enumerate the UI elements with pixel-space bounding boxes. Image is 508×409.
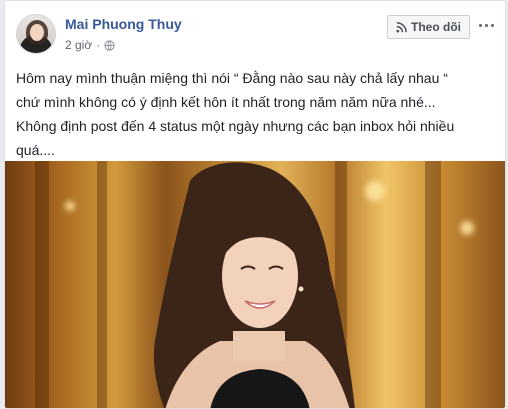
post-meta: 2 giờ · [65, 38, 115, 52]
avatar-face [30, 24, 44, 41]
post-card: Mai Phuong Thuy 2 giờ · Theo dõi Hôm nay… [4, 0, 506, 409]
post-text: Hôm nay mình thuận miệng thì nói “ Đằng … [16, 66, 496, 162]
post-text-line-1: Hôm nay mình thuận miệng thì nói “ Đằng … [16, 70, 448, 86]
rss-icon [396, 21, 407, 33]
photo-subject [154, 162, 355, 408]
avatar[interactable] [16, 14, 56, 54]
post-header: Mai Phuong Thuy 2 giờ · Theo dõi [5, 1, 505, 61]
post-text-line-3: Không định post đến 4 status một ngày nh… [16, 118, 455, 134]
post-text-line-4: quá.... [16, 142, 55, 158]
post-time[interactable]: 2 giờ [65, 38, 92, 52]
post-text-line-2: chứ mình không có ý định kết hôn ít nhất… [16, 94, 436, 110]
follow-button[interactable]: Theo dõi [387, 15, 470, 39]
more-options-icon[interactable] [475, 15, 497, 35]
meta-separator: · [96, 38, 101, 52]
author-name[interactable]: Mai Phuong Thuy [65, 16, 182, 32]
globe-icon[interactable] [104, 39, 115, 51]
follow-label: Theo dõi [411, 20, 461, 34]
post-photo[interactable] [5, 161, 505, 408]
